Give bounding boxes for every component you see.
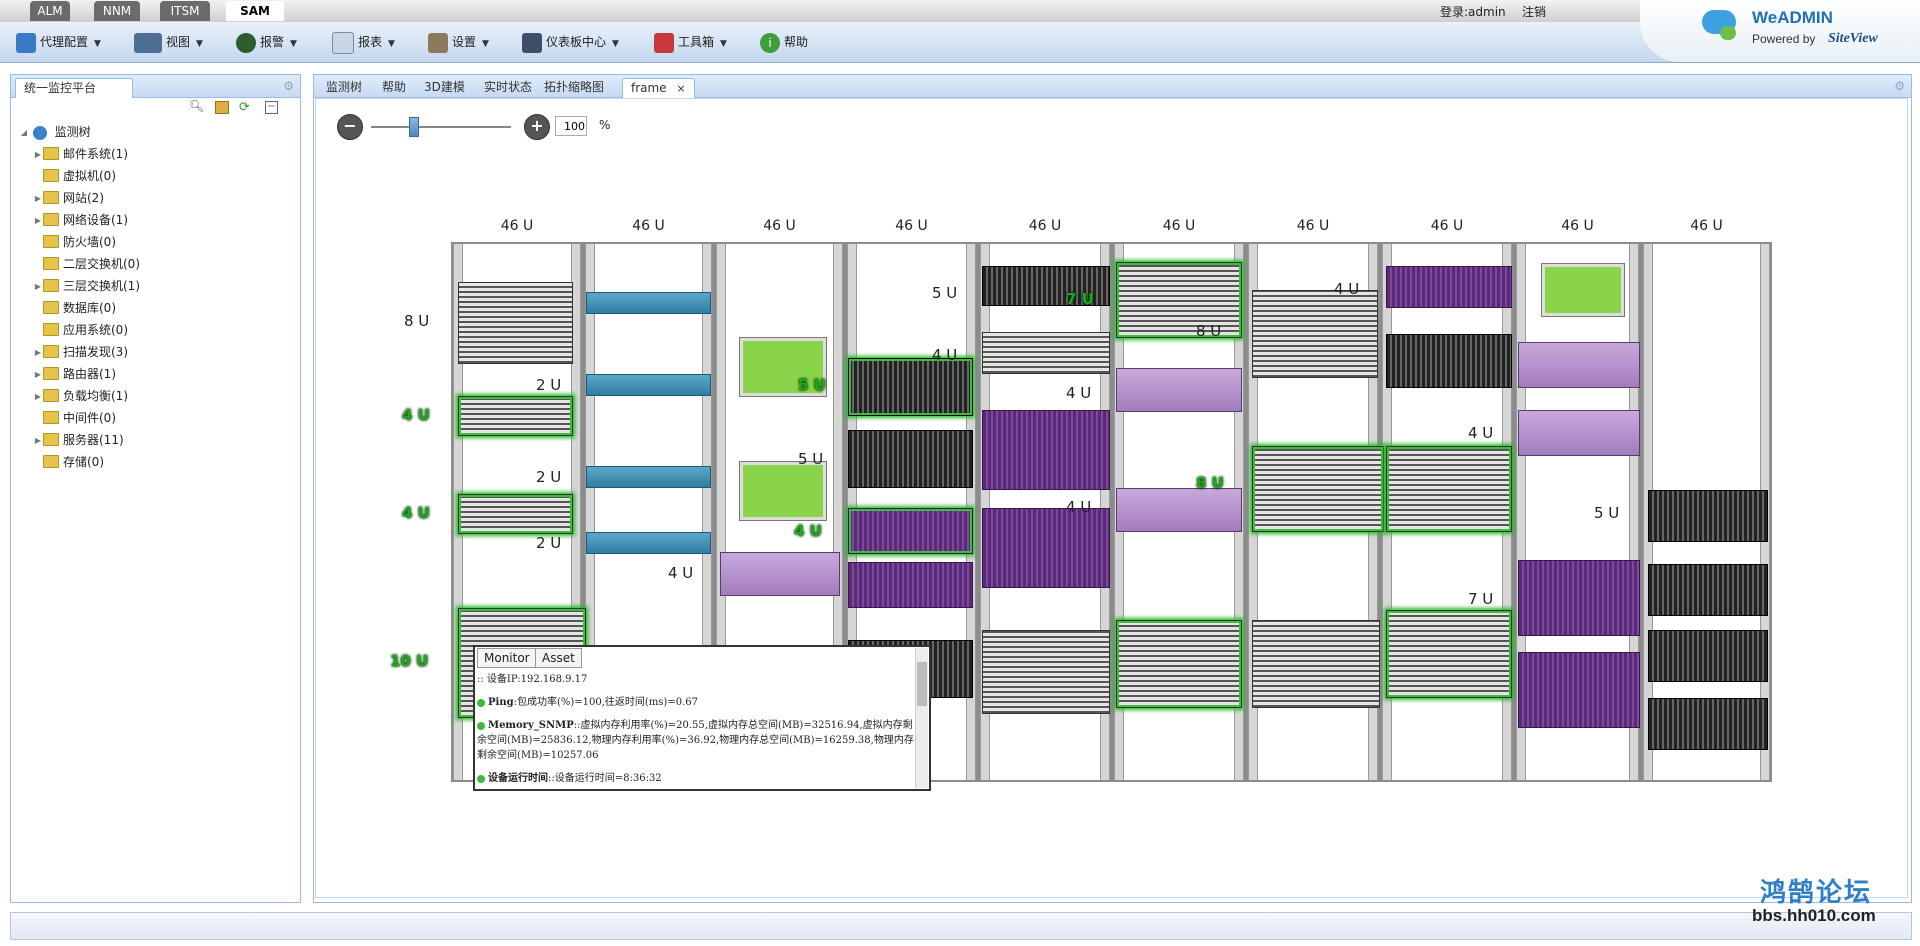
rack-device[interactable] — [586, 292, 711, 314]
rack-size-label: 46 U — [632, 218, 665, 234]
u-size-label: 4 U — [1066, 498, 1092, 516]
rack-device[interactable] — [458, 494, 573, 534]
u-size-label: 5 U — [932, 284, 958, 302]
rack-device[interactable] — [1386, 266, 1512, 308]
rack-device[interactable] — [458, 282, 573, 364]
rack-device[interactable] — [1252, 290, 1378, 378]
u-size-label: 10 U — [390, 652, 429, 670]
rack-device[interactable] — [586, 466, 711, 488]
rack-size-label: 46 U — [895, 218, 928, 234]
rack-device[interactable] — [1252, 620, 1380, 708]
u-size-label: 5 U — [798, 376, 826, 394]
u-size-label: 8 U — [1196, 474, 1224, 492]
rack-device[interactable] — [586, 532, 711, 554]
rack-device[interactable] — [1648, 564, 1768, 616]
popup-ip-line: :: 设备IP:192.168.9.17 — [477, 674, 588, 685]
rack-size-label: 46 U — [1028, 218, 1062, 234]
u-size-label: 4 U — [1334, 280, 1360, 298]
rack-device[interactable] — [586, 374, 711, 396]
rack-size-label: 46 U — [1162, 218, 1196, 234]
u-size-label: 4 U — [932, 346, 958, 364]
u-size-label: 2 U — [536, 468, 562, 486]
status-ok-icon — [477, 698, 485, 707]
rack-device[interactable] — [848, 562, 973, 608]
rack-size-label: 46 U — [1690, 218, 1723, 234]
rack-device[interactable] — [1252, 446, 1384, 532]
rack-device[interactable] — [1386, 334, 1512, 388]
u-size-label: 4 U — [1468, 424, 1494, 442]
monitor-display[interactable] — [740, 462, 826, 520]
rack-size-label: 46 U — [763, 218, 796, 234]
rack-device[interactable] — [1648, 490, 1768, 542]
rack-device[interactable] — [982, 410, 1110, 490]
u-size-label: 5 U — [798, 450, 824, 468]
uptime-monitor-value: ::设备运行时间=8:36:32 — [548, 773, 662, 784]
u-size-label: 4 U — [668, 564, 694, 582]
rack-device[interactable] — [1116, 620, 1242, 708]
device-info-popup[interactable]: Monitor Asset :: 设备IP:192.168.9.17 Ping:… — [473, 645, 931, 791]
rack-device[interactable] — [1518, 342, 1640, 388]
rack-device[interactable] — [458, 396, 573, 436]
rack-layout: 46 U 46 U 46 U 46 U 46 U 46 U 46 U 46 U 46 U 46 U… — [0, 0, 1920, 946]
memory-monitor-name: Memory_SNMP — [488, 720, 574, 731]
u-size-label: 4 U — [402, 406, 430, 424]
rack-device[interactable] — [1386, 610, 1512, 698]
status-ok-icon — [477, 721, 485, 730]
rack-device[interactable] — [1518, 560, 1640, 636]
rack-device[interactable] — [1116, 368, 1242, 412]
rack-device[interactable] — [1116, 488, 1242, 532]
u-size-label: 4 U — [794, 522, 822, 540]
u-size-label: 2 U — [536, 376, 562, 394]
popup-scrollbar[interactable] — [915, 648, 928, 788]
u-size-label: 7 U — [1468, 590, 1494, 608]
u-size-label: 8 U — [1196, 322, 1222, 340]
u-size-label: 2 U — [536, 534, 562, 552]
rack-size-label: 46 U — [1561, 218, 1594, 234]
rack-device[interactable] — [1518, 410, 1640, 456]
rack-size-label: 46 U — [1430, 218, 1464, 234]
watermark-url: bbs.hh010.com — [1752, 906, 1876, 925]
status-bar — [10, 912, 1912, 940]
popup-content: :: 设备IP:192.168.9.17 Ping:包成功率(%)=100,往返… — [477, 669, 915, 787]
rack-device[interactable] — [1648, 630, 1768, 682]
status-ok-icon — [477, 774, 485, 783]
watermark-title: 鸿鹄论坛 — [1760, 878, 1873, 908]
u-size-label: 4 U — [402, 504, 430, 522]
rack-device[interactable] — [982, 630, 1110, 714]
ping-monitor-value: :包成功率(%)=100,往返时间(ms)=0.67 — [513, 697, 698, 708]
rack-device[interactable] — [848, 358, 973, 416]
monitor-display[interactable] — [1542, 264, 1624, 316]
rack-size-label: 46 U — [500, 218, 534, 234]
rack-device[interactable] — [848, 508, 973, 554]
u-size-label: 8 U — [404, 312, 430, 330]
u-size-label: 7 U — [1066, 290, 1094, 308]
rack-device[interactable] — [1116, 262, 1242, 338]
rack-device[interactable] — [1386, 446, 1512, 532]
popup-ping-line: Ping:包成功率(%)=100,往返时间(ms)=0.67 — [477, 695, 915, 710]
ping-monitor-name: Ping — [488, 697, 514, 708]
rack-device[interactable] — [848, 430, 973, 488]
rack-device[interactable] — [982, 508, 1110, 588]
rack-device[interactable] — [720, 552, 840, 596]
rack-device[interactable] — [982, 332, 1110, 374]
popup-memory-line: Memory_SNMP::虚拟内存利用率(%)=20.55,虚拟内存总空间(MB… — [477, 718, 915, 763]
popup-tab-asset[interactable]: Asset — [535, 648, 582, 668]
rack-size-label: 46 U — [1296, 218, 1330, 234]
popup-tab-monitor[interactable]: Monitor — [477, 648, 537, 668]
u-size-label: 4 U — [1066, 384, 1092, 402]
uptime-monitor-name: 设备运行时间 — [488, 773, 548, 784]
rack-device[interactable] — [1518, 652, 1640, 728]
rack-device[interactable] — [1648, 698, 1768, 750]
popup-scrollbar-thumb[interactable] — [917, 662, 927, 706]
u-size-label: 5 U — [1594, 504, 1620, 522]
popup-uptime-line: 设备运行时间::设备运行时间=8:36:32 — [477, 771, 915, 786]
